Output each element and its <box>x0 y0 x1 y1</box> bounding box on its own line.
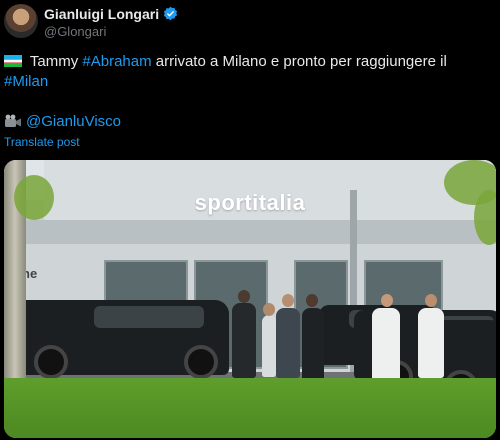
avatar[interactable] <box>4 4 38 38</box>
car-wheel <box>34 345 68 379</box>
person <box>302 308 324 380</box>
person <box>418 308 444 378</box>
post-header: Gianluigi Longari @Glongari <box>0 0 500 44</box>
translate-post-link[interactable]: Translate post <box>4 135 80 149</box>
author-handle[interactable]: @Glongari <box>44 24 106 39</box>
building-canopy <box>24 220 496 244</box>
post-text-line-1: Tammy #Abraham arrivato a Milano e pront… <box>4 52 484 72</box>
author-name[interactable]: Gianluigi Longari <box>44 6 159 22</box>
hashtag-abraham-link[interactable]: #Abraham <box>82 53 151 70</box>
person <box>262 315 276 377</box>
post-text-line-2: #Milan <box>4 72 484 92</box>
car-wheel <box>184 345 218 379</box>
tree-leaves <box>474 190 496 245</box>
hashtag-milan-link[interactable]: #Milan <box>4 73 48 90</box>
sportitalia-watermark: sportitalia <box>194 190 306 215</box>
grass-lawn <box>4 378 496 438</box>
post-text-intro: Tammy <box>26 53 83 70</box>
post-text: Tammy #Abraham arrivato a Milano e pront… <box>4 52 484 132</box>
post-video[interactable]: ne sportitalia <box>4 160 496 438</box>
post-text-line-3: @GianluVisco <box>4 112 484 132</box>
person <box>372 308 400 386</box>
person <box>276 308 300 378</box>
post-text-body: arrivato a Milano e pronto per raggiunge… <box>151 53 447 70</box>
video-camera-icon <box>5 114 21 127</box>
mention-gianluvisco-link[interactable]: @GianluVisco <box>26 113 121 130</box>
verified-badge-icon <box>163 6 178 21</box>
uzbekistan-flag-icon <box>4 55 22 67</box>
tree-leaves <box>14 175 54 220</box>
post-text-spacer <box>4 92 484 112</box>
person <box>232 303 256 378</box>
